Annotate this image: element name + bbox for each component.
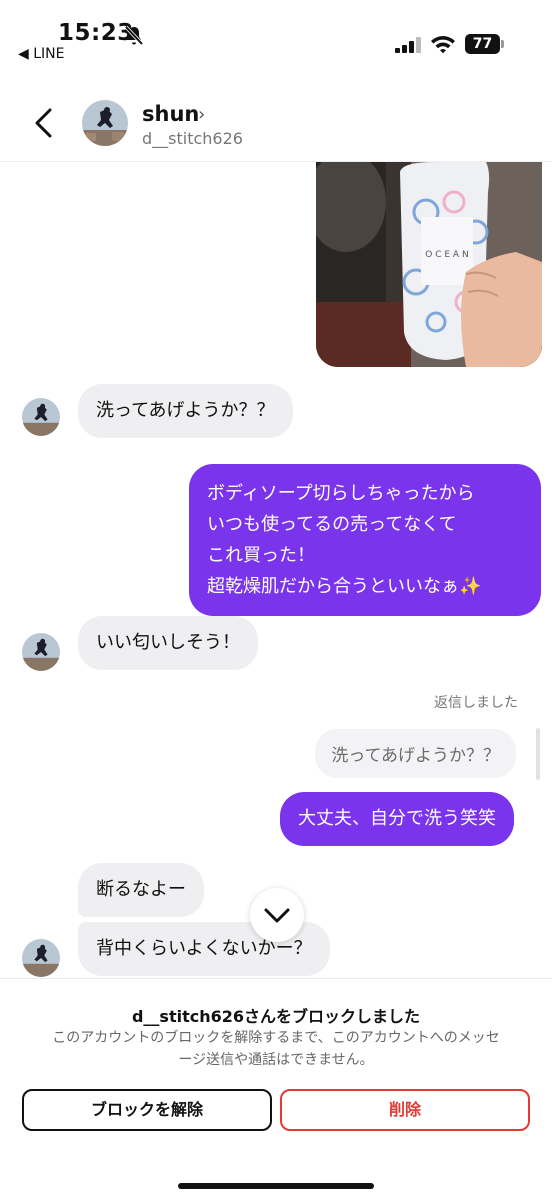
outgoing-message[interactable]: ボディソープ切らしちゃったから いつも使ってるの売ってなくて これ買った！ 超乾… — [189, 464, 541, 616]
back-arrow-icon[interactable] — [28, 104, 60, 142]
unblock-button[interactable]: ブロックを解除 — [22, 1089, 272, 1131]
avatar[interactable] — [22, 633, 60, 671]
chevron-right-icon[interactable]: › — [198, 104, 205, 125]
avatar[interactable] — [22, 939, 60, 977]
photo-message[interactable]: O C E A N — [316, 162, 542, 367]
blocked-title: d__stitch626さんをブロックしました — [131, 1007, 421, 1026]
signal-icon — [395, 37, 421, 53]
incoming-message[interactable]: いい匂いしそう！ — [78, 616, 258, 670]
avatar[interactable] — [22, 398, 60, 436]
battery-icon: 77 — [465, 34, 505, 54]
chevron-down-icon — [264, 908, 290, 923]
scroll-to-bottom-button[interactable] — [250, 888, 304, 942]
delete-button[interactable]: 削除 — [280, 1089, 530, 1131]
description-line: ージ送信や通話はできません。 — [178, 1052, 374, 1068]
message-line: ボディソープ切らしちゃったから — [207, 483, 475, 504]
blocked-panel: d__stitch626さんをブロックしました このアカウントのブロックを解除す… — [0, 978, 552, 1200]
status-bar: 15:23 ◀ LINE 77 — [0, 0, 552, 80]
battery-level: 77 — [465, 34, 500, 54]
svg-text:O C E A N: O C E A N — [425, 250, 468, 260]
chat-header: shun › d__stitch626 — [0, 82, 552, 162]
incoming-message[interactable]: 断るなよー — [78, 863, 204, 917]
reply-note: 返信しました — [434, 695, 518, 711]
contact-name[interactable]: shun — [142, 102, 199, 126]
quoted-message[interactable]: 洗ってあげようか？？ — [315, 729, 516, 778]
incoming-message[interactable]: 洗ってあげようか？？ — [78, 384, 293, 438]
message-line: これ買った！ — [207, 545, 315, 566]
message-line: 超乾燥肌だから合うといいなぁ✨ — [207, 576, 482, 597]
description-line: このアカウントのブロックを解除するまで、このアカウントへのメッセ — [52, 1030, 500, 1046]
blocked-description: このアカウントのブロックを解除するまで、このアカウントへのメッセ ージ送信や通話… — [30, 1027, 522, 1071]
wifi-icon — [431, 36, 455, 54]
avatar[interactable] — [82, 100, 128, 146]
contact-username: d__stitch626 — [142, 129, 243, 148]
back-to-app-link[interactable]: ◀ LINE — [18, 46, 64, 62]
outgoing-message[interactable]: 大丈夫、自分で洗う笑笑 — [280, 792, 514, 846]
home-indicator[interactable] — [178, 1183, 374, 1189]
reply-indicator-bar — [536, 728, 540, 780]
message-line: いつも使ってるの売ってなくて — [207, 514, 457, 535]
bell-muted-icon — [124, 25, 144, 46]
